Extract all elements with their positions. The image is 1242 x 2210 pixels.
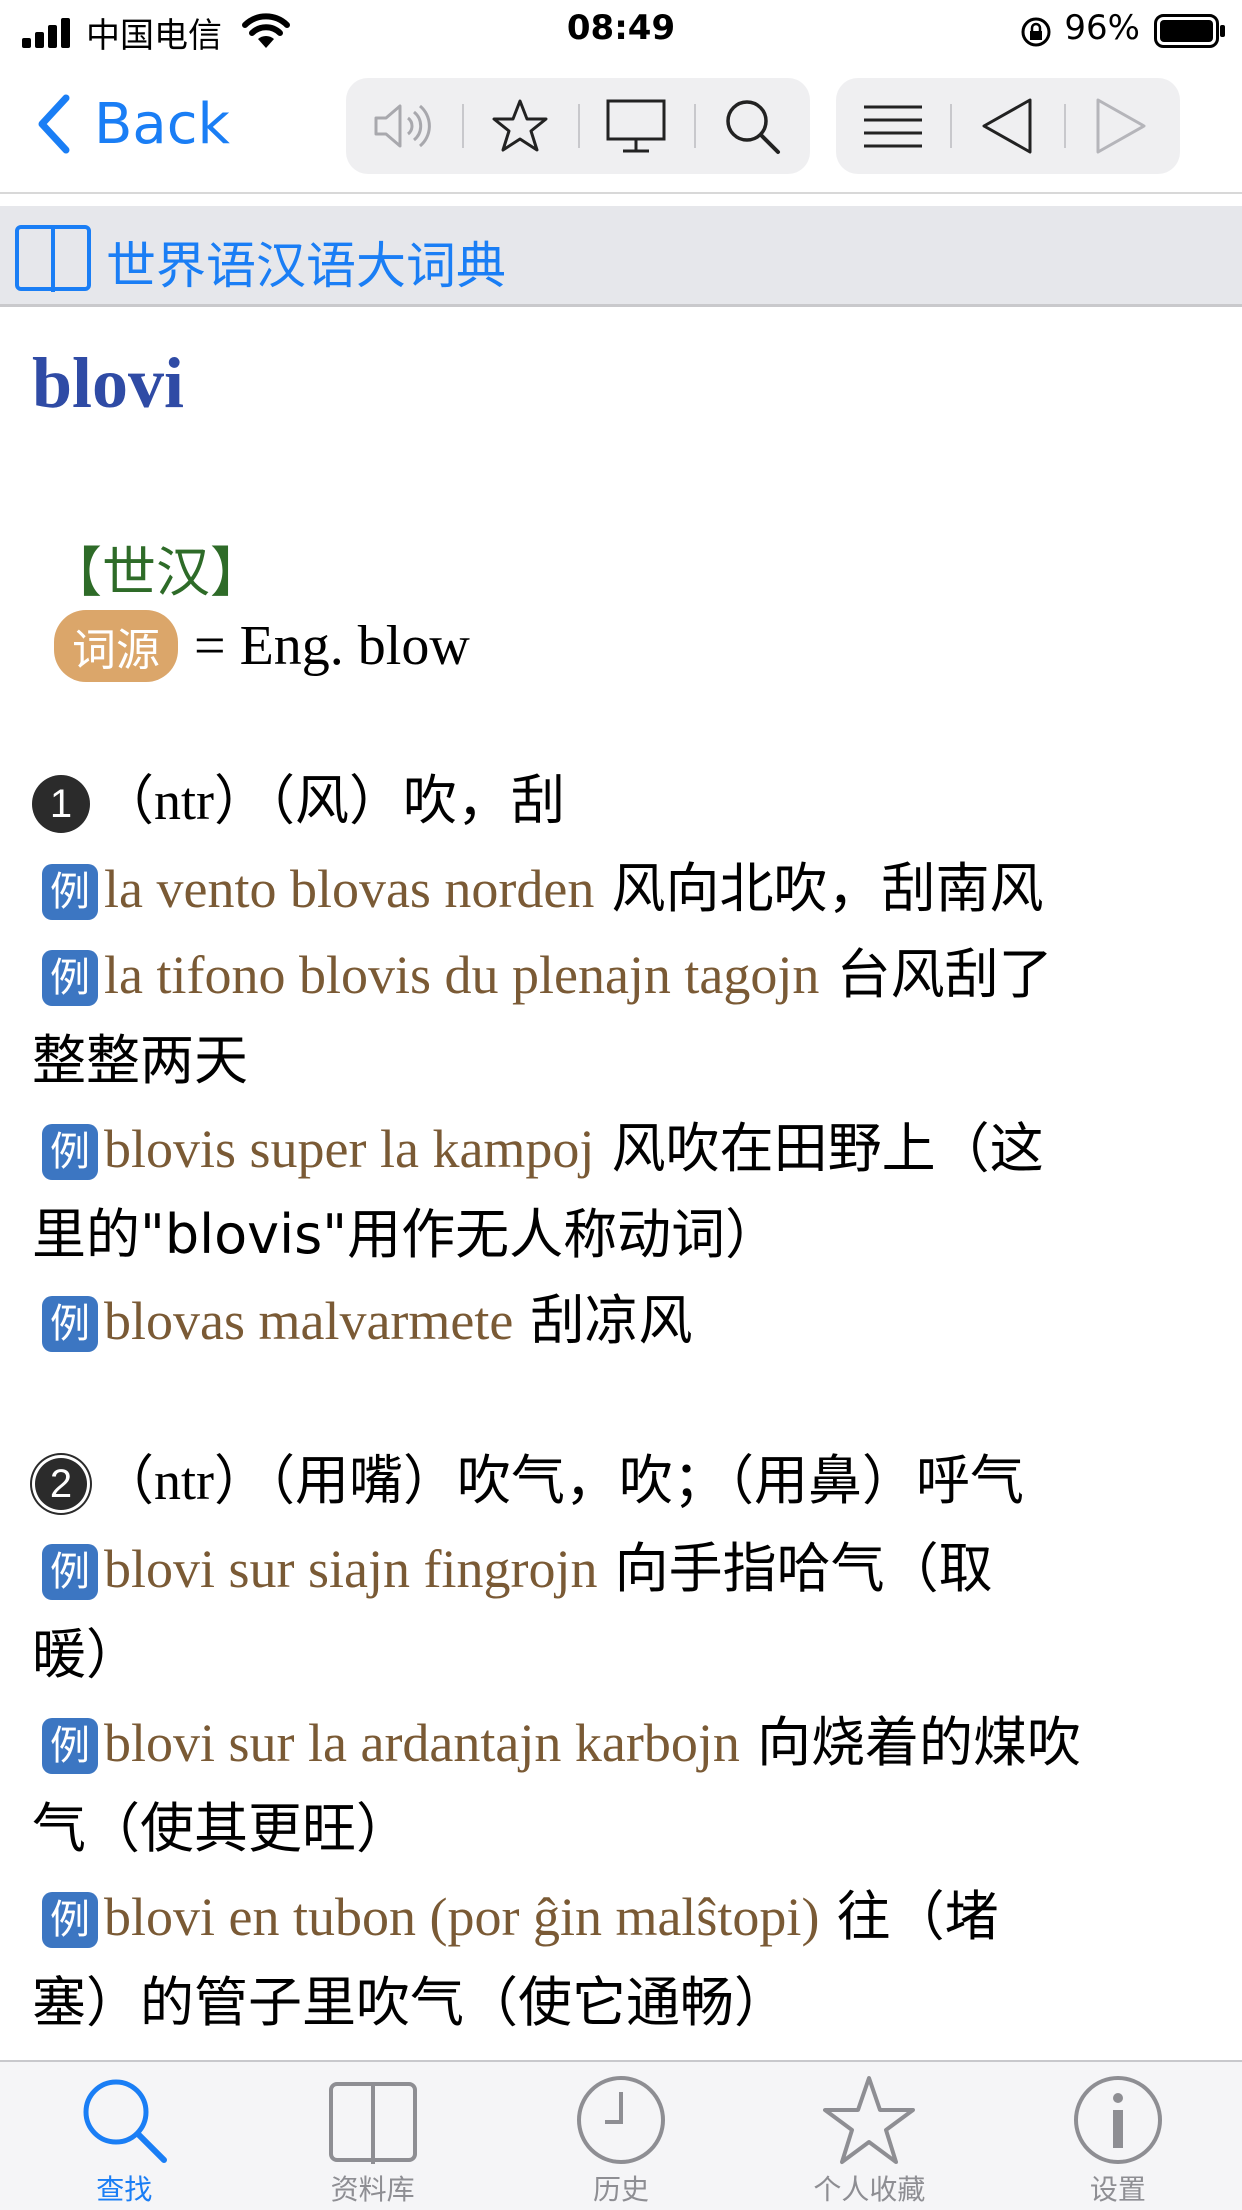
example-continuation: 里的"blovis"用作无人称动词）	[32, 1192, 1222, 1278]
headword: blovi	[32, 343, 185, 423]
source-tag: 【世汉】	[48, 541, 264, 604]
example-sentence[interactable]: 例 blovis super la kampoj 风吹在田野上（这	[32, 1106, 1222, 1192]
example-sentence[interactable]: 例 blovi sur siajn fingrojn 向手指哈气（取	[32, 1526, 1222, 1612]
example-badge: 例	[42, 1296, 98, 1353]
example-badge: 例	[42, 1544, 98, 1601]
status-bar: 中国电信 08:49 96%	[0, 0, 1242, 60]
example-sentence[interactable]: 例 blovi sur la ardantajn karbojn 向烧着的煤吹	[32, 1700, 1222, 1786]
example-chinese: 往（堵	[819, 1885, 999, 1948]
example-chinese: 向手指哈气（取	[597, 1537, 993, 1600]
speaker-icon	[374, 104, 431, 148]
dictionary-name: 世界语汉语大词典	[106, 237, 506, 295]
back-button[interactable]: Back	[34, 91, 230, 157]
search-icon	[83, 2079, 168, 2163]
entry-content[interactable]: blovi 【世汉】 词源 = Eng. blow 1 （ntr）（风）吹，刮 例…	[0, 306, 1242, 2060]
tab-settings[interactable]: 设置	[994, 2062, 1242, 2210]
tab-favorites[interactable]: 个人收藏	[745, 2062, 993, 2210]
sense-definition-text: （ntr）（用嘴）吹气，吹；（用鼻）呼气	[100, 1451, 1024, 1511]
tab-search[interactable]: 查找	[0, 2062, 248, 2210]
list-icon	[864, 105, 922, 148]
example-continuation: 气（使其更旺）	[32, 1786, 1222, 1872]
example-esperanto: blovi sur la ardantajn karbojn	[104, 1713, 740, 1773]
tab-label: 个人收藏	[813, 2173, 926, 2206]
example-chinese: 刮凉风	[513, 1289, 693, 1352]
example-chinese: 暖）	[32, 1623, 140, 1686]
tab-label: 资料库	[330, 2173, 415, 2206]
example-esperanto: blovas malvarmete	[104, 1291, 514, 1351]
tab-label: 历史	[593, 2173, 650, 2206]
example-esperanto: blovi en tubon (por ĝin malŝtopi)	[104, 1887, 820, 1947]
tab-label: 查找	[96, 2173, 153, 2206]
toolbar-group-actions	[346, 78, 810, 174]
etymology-text: = Eng. blow	[194, 615, 470, 677]
example-chinese: 里的"blovis"用作无人称动词）	[32, 1203, 780, 1266]
example-chinese: 风吹在田野上（这	[594, 1117, 1044, 1180]
example-chinese: 向烧着的煤吹	[739, 1711, 1081, 1774]
tab-history[interactable]: 历史	[497, 2062, 745, 2210]
sense-definition: 1 （ntr）（风）吹，刮	[32, 758, 1222, 844]
example-sentence[interactable]: 例 la tifono blovis du plenajn tagojn 台风刮了	[32, 932, 1222, 1018]
triangle-left-icon	[982, 98, 1032, 154]
clock: 08:49	[566, 8, 676, 48]
star-icon	[492, 99, 548, 152]
example-continuation: 塞）的管子里吹气（使它通畅）	[32, 1960, 1222, 2046]
etymology-badge: 词源	[54, 610, 178, 682]
battery-icon	[1154, 14, 1225, 48]
example-chinese: 塞）的管子里吹气（使它通畅）	[32, 1971, 788, 2034]
battery-percent: 96%	[1064, 8, 1140, 48]
list-button[interactable]	[836, 78, 950, 174]
example-esperanto: la tifono blovis du plenajn tagojn	[104, 945, 820, 1005]
back-button-label: Back	[94, 91, 230, 157]
tab-bar: 查找 资料库 历史 个人收藏 设置	[0, 2060, 1242, 2210]
example-esperanto: blovi sur siajn fingrojn	[104, 1539, 598, 1599]
example-continuation: 暖）	[32, 1612, 1222, 1698]
present-button[interactable]	[578, 78, 694, 174]
example-chinese: 台风刮了	[819, 943, 1053, 1006]
search-icon	[726, 100, 780, 154]
example-esperanto: blovis super la kampoj	[104, 1119, 595, 1179]
example-badge: 例	[42, 1124, 98, 1181]
toolbar-group-navigation	[836, 78, 1180, 174]
dictionary-header[interactable]: 世界语汉语大词典	[0, 206, 1242, 307]
pronounce-button[interactable]	[346, 78, 462, 174]
example-badge: 例	[42, 950, 98, 1007]
favorite-button[interactable]	[462, 78, 578, 174]
clock-icon	[577, 2076, 666, 2164]
example-chinese: 气（使其更旺）	[32, 1797, 410, 1860]
chevron-left-icon	[38, 94, 70, 154]
example-sentence[interactable]: 例 blovas malvarmete 刮凉风	[32, 1278, 1222, 1364]
search-button[interactable]	[694, 78, 810, 174]
previous-entry-button[interactable]	[950, 78, 1064, 174]
sense-definition-text: （ntr）（风）吹，刮	[100, 771, 565, 831]
monitor-icon	[606, 99, 666, 153]
sense-definition: 2 （ntr）（用嘴）吹气，吹；（用鼻）呼气	[32, 1438, 1222, 1524]
example-continuation: 整整两天	[32, 1018, 1222, 1104]
example-esperanto: la vento blovas norden	[104, 859, 595, 919]
example-sentence[interactable]: 例 la vento blovas norden 风向北吹，刮南风	[32, 846, 1222, 932]
book-icon	[15, 225, 91, 292]
sense-number: 2	[32, 1455, 90, 1514]
navigation-bar: Back	[0, 62, 1242, 194]
tab-label: 设置	[1089, 2173, 1146, 2206]
triangle-right-icon	[1096, 98, 1146, 154]
example-chinese: 风向北吹，刮南风	[594, 857, 1044, 920]
info-icon	[1073, 2076, 1162, 2164]
star-icon	[823, 2076, 916, 2164]
example-sentence[interactable]: 例 blovi en tubon (por ĝin malŝtopi) 往（堵	[32, 1874, 1222, 1960]
etymology-row: 词源 = Eng. blow	[54, 610, 470, 682]
orientation-lock-icon	[1021, 17, 1051, 47]
example-badge: 例	[42, 1892, 98, 1949]
example-chinese: 整整两天	[32, 1029, 248, 1092]
book-icon	[328, 2082, 417, 2164]
tab-library[interactable]: 资料库	[248, 2062, 496, 2210]
example-badge: 例	[42, 864, 98, 921]
sense-number: 1	[32, 775, 90, 834]
example-badge: 例	[42, 1718, 98, 1775]
next-entry-button[interactable]	[1064, 78, 1178, 174]
